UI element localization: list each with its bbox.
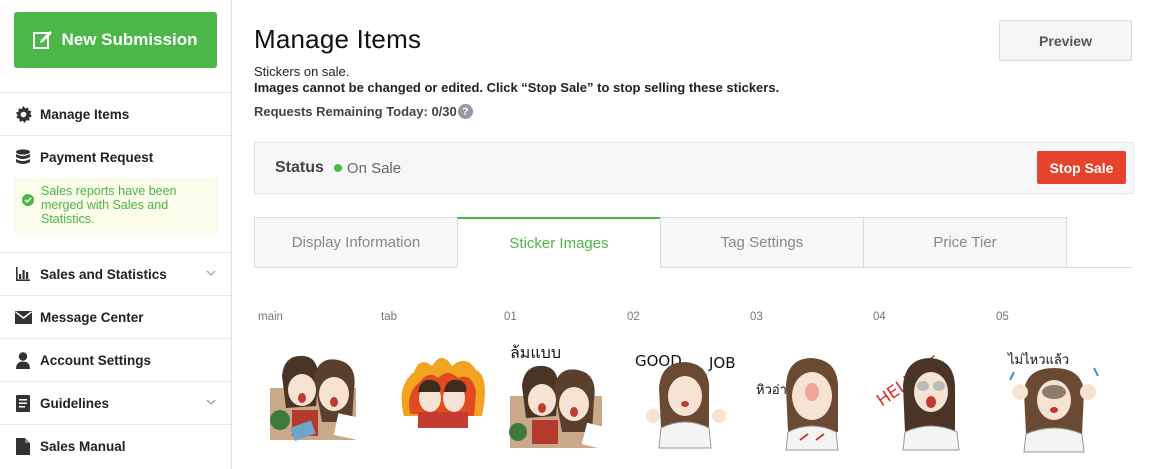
slot-label-main: main bbox=[258, 311, 283, 323]
new-submission-label: New Submission bbox=[61, 30, 198, 49]
sticker-text-05: ไม่ไหวแล้ว bbox=[1007, 352, 1069, 368]
edit-restriction-note: Images cannot be changed or edited. Clic… bbox=[254, 80, 780, 95]
slot-label-02: 02 bbox=[627, 311, 640, 323]
sticker-image-01[interactable]: ล้มแบบ bbox=[504, 336, 622, 454]
sidebar-item-label: Guidelines bbox=[40, 395, 110, 411]
tab-sticker-images[interactable]: Sticker Images bbox=[457, 217, 661, 268]
status-label: Status bbox=[275, 159, 324, 176]
requests-remaining: Requests Remaining Today: 0/30 ? bbox=[254, 104, 473, 119]
sticker-image-03[interactable]: หิวอ่า bbox=[750, 336, 868, 454]
bar-chart-icon bbox=[14, 265, 32, 283]
status-value: On Sale bbox=[346, 159, 402, 177]
chevron-down-icon bbox=[206, 270, 216, 277]
sidebar-item-label: Payment Request bbox=[40, 149, 154, 165]
sidebar-item-label: Sales Manual bbox=[40, 438, 126, 454]
page-title: Manage Items bbox=[254, 24, 422, 54]
sticker-text-02b: JOB bbox=[708, 354, 736, 372]
sidebar-item-label: Account Settings bbox=[40, 352, 152, 368]
stop-sale-button[interactable]: Stop Sale bbox=[1037, 151, 1126, 184]
slot-label-04: 04 bbox=[873, 311, 886, 323]
sidebar-item-sales-and-statistics[interactable]: Sales and Statistics bbox=[0, 252, 231, 295]
sticker-text-01: ล้มแบบ bbox=[510, 343, 561, 362]
check-circle-icon bbox=[22, 194, 34, 206]
sidebar: New Submission Manage Items Payment Requ… bbox=[0, 0, 232, 469]
sidebar-item-manage-items[interactable]: Manage Items bbox=[0, 92, 231, 135]
chevron-down-icon bbox=[206, 399, 216, 406]
sales-report-notice: Sales reports have been merged with Sale… bbox=[14, 178, 218, 235]
sidebar-item-sales-manual[interactable]: Sales Manual bbox=[0, 424, 231, 467]
sticker-image-05[interactable]: ไม่ไหวแล้ว bbox=[996, 336, 1114, 454]
tab-price-tier[interactable]: Price Tier bbox=[863, 217, 1067, 268]
tab-display-information[interactable]: Display Information bbox=[254, 217, 458, 268]
main-content: Manage Items Preview Stickers on sale. I… bbox=[232, 0, 1164, 469]
edit-icon bbox=[33, 31, 53, 49]
sticker-text-03: หิวอ่า bbox=[756, 383, 787, 398]
user-icon bbox=[14, 351, 32, 369]
slot-label-01: 01 bbox=[504, 311, 517, 323]
slot-label-05: 05 bbox=[996, 311, 1009, 323]
sticker-image-tab[interactable] bbox=[392, 336, 510, 454]
status-dot-icon bbox=[333, 164, 342, 172]
sidebar-item-payment-request[interactable]: Payment Request bbox=[0, 135, 231, 178]
new-submission-button[interactable]: New Submission bbox=[14, 12, 217, 68]
sticker-image-02[interactable]: GOOD JOB bbox=[627, 336, 745, 454]
envelope-icon bbox=[14, 308, 32, 326]
tab-tag-settings[interactable]: Tag Settings bbox=[660, 217, 864, 268]
sale-status-description: Stickers on sale. bbox=[254, 64, 350, 79]
sticker-image-main[interactable] bbox=[262, 336, 380, 454]
notice-text: Sales reports have been merged with Sale… bbox=[41, 184, 177, 226]
sidebar-item-account-settings[interactable]: Account Settings bbox=[0, 338, 231, 381]
slot-label-tab: tab bbox=[381, 311, 397, 323]
sidebar-item-guidelines[interactable]: Guidelines bbox=[0, 381, 231, 424]
sidebar-item-message-center[interactable]: Message Center bbox=[0, 295, 231, 338]
requests-remaining-text: Requests Remaining Today: 0/30 bbox=[254, 104, 457, 119]
sidebar-item-label: Message Center bbox=[40, 309, 144, 325]
sidebar-item-label: Sales and Statistics bbox=[40, 266, 167, 282]
document-icon bbox=[14, 437, 32, 455]
coins-icon bbox=[14, 148, 32, 166]
slot-label-03: 03 bbox=[750, 311, 763, 323]
tab-bar: Display Information Sticker Images Tag S… bbox=[254, 217, 1132, 268]
book-icon bbox=[14, 394, 32, 412]
status-bar: Status On Sale Stop Sale bbox=[254, 142, 1134, 194]
sticker-image-04[interactable]: HELP ME bbox=[873, 336, 991, 454]
gear-icon bbox=[14, 105, 32, 123]
sidebar-item-label: Manage Items bbox=[40, 106, 130, 122]
preview-button[interactable]: Preview bbox=[999, 20, 1132, 61]
help-icon[interactable]: ? bbox=[457, 104, 473, 119]
